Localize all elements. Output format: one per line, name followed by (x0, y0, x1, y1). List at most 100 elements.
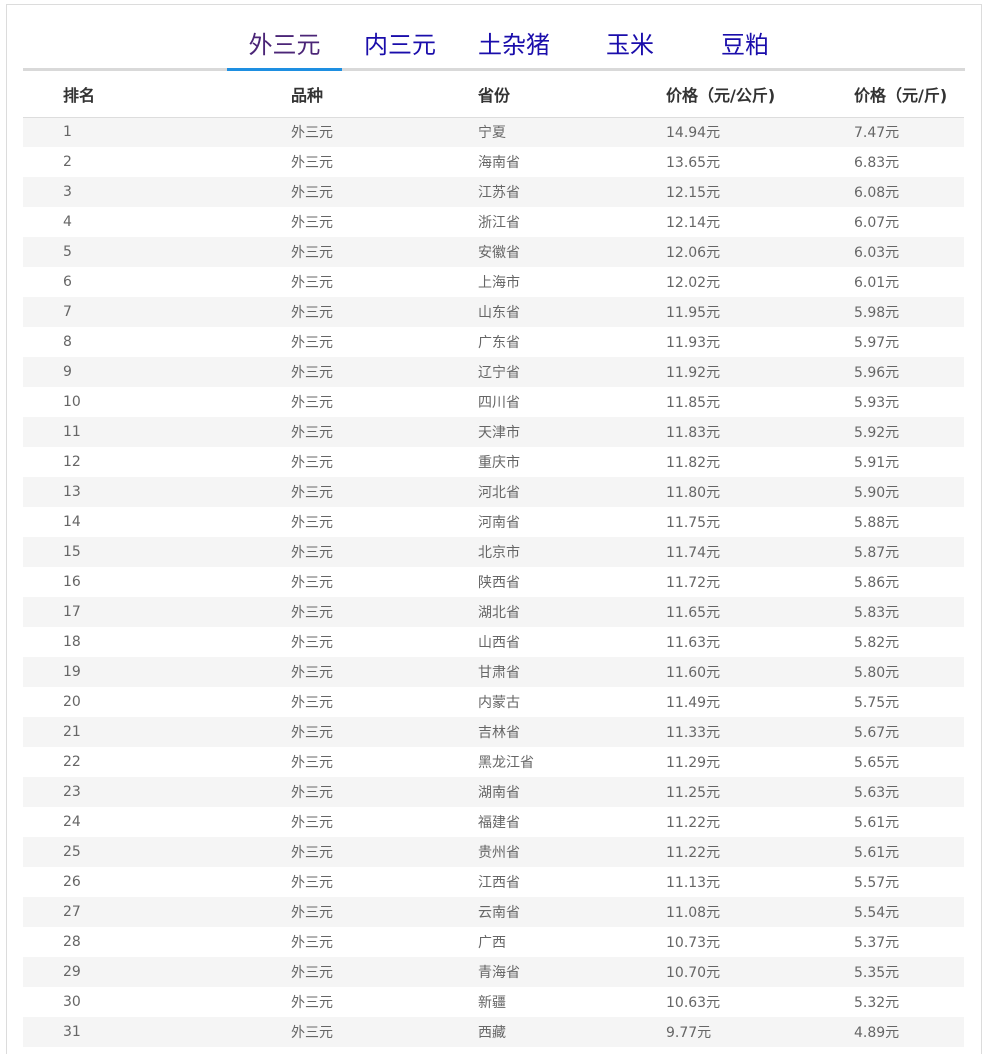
cell-price-per-kg: 12.06元 (666, 245, 721, 261)
cell-province: 四川省 (478, 395, 520, 411)
cell-rank: 15 (63, 544, 81, 560)
cell-price-per-kg: 11.13元 (666, 875, 721, 891)
cell-breed: 外三元 (291, 635, 333, 651)
table-row: 1 外三元 宁夏 14.94元 7.47元 (23, 117, 964, 147)
cell-price-per-jin: 6.07元 (854, 215, 900, 231)
cell-price-per-jin: 6.01元 (854, 275, 900, 291)
cell-price-per-jin: 6.08元 (854, 185, 900, 201)
cell-rank: 1 (63, 124, 72, 141)
cell-province: 辽宁省 (478, 365, 520, 381)
cell-rank: 13 (63, 484, 81, 500)
tab-waisanyuan[interactable]: 外三元 (227, 24, 342, 68)
cell-price-per-kg: 12.15元 (666, 185, 721, 201)
cell-rank: 22 (63, 754, 81, 770)
cell-price-per-jin: 7.47元 (854, 125, 900, 142)
cell-rank: 5 (63, 244, 72, 260)
cell-breed: 外三元 (291, 425, 333, 441)
cell-rank: 30 (63, 994, 81, 1010)
cell-rank: 23 (63, 784, 81, 800)
table-row: 8 外三元 广东省 11.93元 5.97元 (23, 327, 964, 357)
tab-doupo[interactable]: 豆粕 (705, 24, 785, 68)
cell-price-per-kg: 10.73元 (666, 935, 721, 951)
cell-price-per-kg: 11.92元 (666, 365, 721, 381)
cell-breed: 外三元 (291, 725, 333, 741)
cell-price-per-kg: 13.65元 (666, 155, 721, 171)
table-row: 20 外三元 内蒙古 11.49元 5.75元 (23, 687, 964, 717)
cell-breed: 外三元 (291, 335, 333, 351)
cell-price-per-kg: 11.72元 (666, 575, 721, 591)
cell-price-per-kg: 11.08元 (666, 905, 721, 921)
cell-province: 山东省 (478, 305, 520, 321)
cell-breed: 外三元 (291, 995, 333, 1011)
cell-breed: 外三元 (291, 965, 333, 981)
table-row: 12 外三元 重庆市 11.82元 5.91元 (23, 447, 964, 477)
cell-breed: 外三元 (291, 545, 333, 561)
table-row: 15 外三元 北京市 11.74元 5.87元 (23, 537, 964, 567)
cell-breed: 外三元 (291, 755, 333, 771)
cell-rank: 14 (63, 514, 81, 530)
table-row: 9 外三元 辽宁省 11.92元 5.96元 (23, 357, 964, 387)
cell-province: 江西省 (478, 875, 520, 891)
cell-price-per-jin: 5.92元 (854, 425, 900, 441)
table-row: 24 外三元 福建省 11.22元 5.61元 (23, 807, 964, 837)
cell-price-per-kg: 11.33元 (666, 725, 721, 741)
cell-rank: 28 (63, 934, 81, 950)
cell-breed: 外三元 (291, 215, 333, 231)
cell-province: 黑龙江省 (478, 755, 534, 771)
cell-rank: 11 (63, 424, 81, 440)
cell-price-per-kg: 10.70元 (666, 965, 721, 981)
cell-province: 浙江省 (478, 215, 520, 231)
cell-rank: 4 (63, 214, 72, 230)
tab-tuzazhu[interactable]: 土杂猪 (464, 24, 564, 68)
cell-price-per-kg: 11.49元 (666, 695, 721, 711)
cell-rank: 3 (63, 184, 72, 200)
cell-rank: 21 (63, 724, 81, 740)
table-row: 25 外三元 贵州省 11.22元 5.61元 (23, 837, 964, 867)
cell-breed: 外三元 (291, 845, 333, 861)
cell-province: 河北省 (478, 485, 520, 501)
cell-breed: 外三元 (291, 515, 333, 531)
table-row: 18 外三元 山西省 11.63元 5.82元 (23, 627, 964, 657)
cell-price-per-kg: 11.95元 (666, 305, 721, 321)
cell-breed: 外三元 (291, 365, 333, 381)
cell-price-per-jin: 6.83元 (854, 155, 900, 171)
active-tab-indicator (227, 68, 342, 71)
cell-price-per-kg: 11.25元 (666, 785, 721, 801)
cell-price-per-jin: 5.61元 (854, 815, 900, 831)
cell-province: 福建省 (478, 815, 520, 831)
cell-price-per-kg: 12.02元 (666, 275, 721, 291)
cell-rank: 8 (63, 334, 72, 350)
cell-breed: 外三元 (291, 785, 333, 801)
cell-breed: 外三元 (291, 575, 333, 591)
cell-price-per-jin: 5.61元 (854, 845, 900, 861)
cell-price-per-kg: 11.22元 (666, 815, 721, 831)
tab-yumi[interactable]: 玉米 (590, 24, 670, 68)
cell-province: 安徽省 (478, 245, 520, 261)
cell-breed: 外三元 (291, 125, 333, 142)
cell-province: 青海省 (478, 965, 520, 981)
cell-rank: 20 (63, 694, 81, 710)
table-row: 2 外三元 海南省 13.65元 6.83元 (23, 147, 964, 177)
cell-province: 湖南省 (478, 785, 520, 801)
cell-price-per-jin: 5.90元 (854, 485, 900, 501)
cell-province: 云南省 (478, 905, 520, 921)
cell-province: 广西 (478, 935, 506, 951)
cell-breed: 外三元 (291, 305, 333, 321)
cell-price-per-jin: 5.32元 (854, 995, 900, 1011)
table-row: 27 外三元 云南省 11.08元 5.54元 (23, 897, 964, 927)
cell-breed: 外三元 (291, 695, 333, 711)
cell-price-per-kg: 11.93元 (666, 335, 721, 351)
cell-price-per-kg: 11.80元 (666, 485, 721, 501)
table-row: 29 外三元 青海省 10.70元 5.35元 (23, 957, 964, 987)
table-body: 1 外三元 宁夏 14.94元 7.47元 2 外三元 海南省 13.65元 6.83元 3 外三元江… (23, 117, 964, 1047)
cell-rank: 25 (63, 844, 81, 860)
cell-rank: 24 (63, 814, 81, 830)
cell-province: 湖北省 (478, 605, 520, 621)
table-header-row: 排名 品种 省份 价格（元/公斤) 价格（元/斤) (23, 72, 964, 118)
cell-province: 河南省 (478, 515, 520, 531)
cell-price-per-kg: 11.63元 (666, 635, 721, 651)
cell-price-per-kg: 9.77元 (666, 1025, 712, 1041)
cell-price-per-jin: 5.65元 (854, 755, 900, 771)
tab-neisanyuan[interactable]: 内三元 (350, 24, 450, 68)
cell-price-per-jin: 5.37元 (854, 935, 900, 951)
